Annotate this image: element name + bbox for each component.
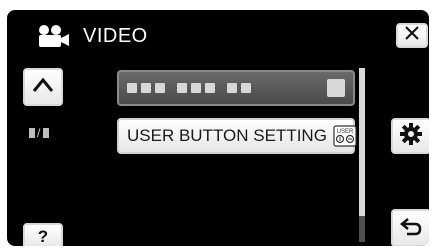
masked-label [127, 83, 251, 93]
camera-screen: VIDEO / ? USER BUTTON SETTING USER [7, 10, 429, 246]
menu-item-user-button-setting[interactable]: USER BUTTON SETTING USER [117, 118, 357, 154]
help-label: ? [37, 226, 49, 246]
scrollbar-track[interactable] [359, 68, 365, 240]
gear-icon [399, 122, 423, 151]
page-separator: / [37, 126, 42, 140]
video-camera-icon [37, 24, 71, 48]
close-icon [404, 26, 420, 45]
page-indicator: / [29, 126, 50, 140]
menu-item-label: USER BUTTON SETTING [127, 126, 327, 145]
header: VIDEO [37, 24, 148, 48]
page-title: VIDEO [83, 24, 148, 47]
back-button[interactable] [391, 209, 429, 246]
menu-item-masked[interactable] [117, 70, 355, 106]
close-button[interactable] [396, 23, 428, 48]
svg-text:USER: USER [337, 129, 354, 135]
help-button[interactable]: ? [23, 223, 63, 246]
page-total [43, 128, 50, 138]
masked-item-icon [327, 79, 345, 97]
back-arrow-icon [399, 215, 423, 242]
page-current [29, 128, 35, 138]
settings-button[interactable] [391, 118, 429, 154]
user-button-icon: USER [333, 125, 357, 147]
scrollbar-thumb[interactable] [359, 216, 365, 242]
chevron-up-icon [32, 77, 54, 98]
scroll-up-button[interactable] [23, 68, 63, 106]
